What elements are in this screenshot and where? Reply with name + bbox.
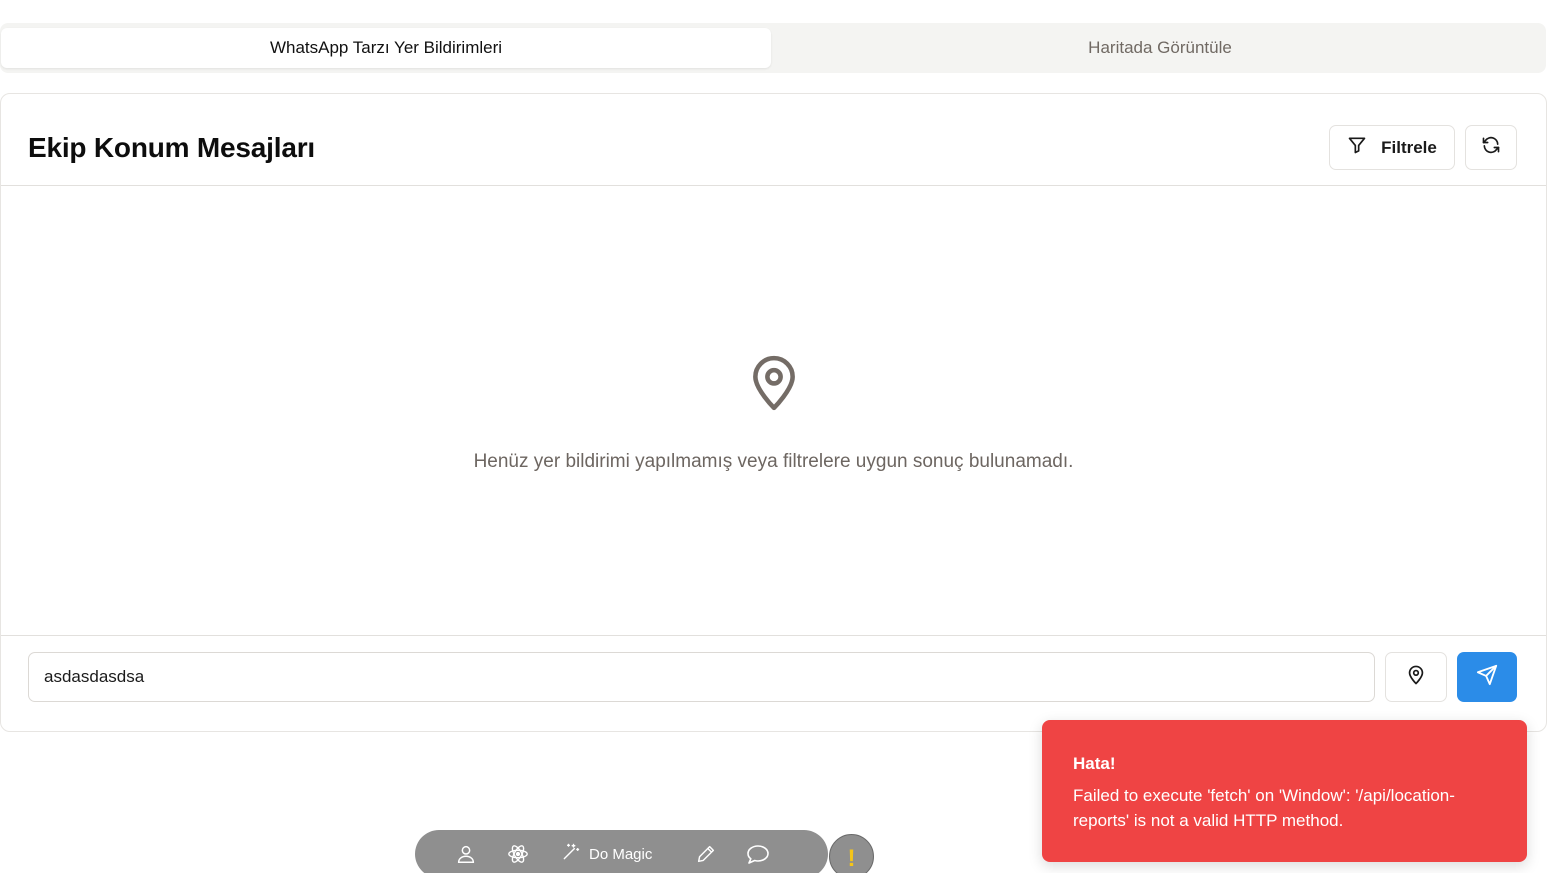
floating-toolbar: Do Magic [415,830,828,873]
refresh-button[interactable] [1465,125,1517,170]
filter-label: Filtrele [1381,137,1437,157]
messages-card: Ekip Konum Mesajları Filtrele Henüz yer … [0,93,1547,732]
view-tabs: WhatsApp Tarzı Yer Bildirimleri Haritada… [0,23,1546,73]
filter-button[interactable]: Filtrele [1329,125,1455,170]
page-title: Ekip Konum Mesajları [28,132,315,163]
do-magic-button[interactable]: Do Magic [561,842,652,867]
do-magic-label: Do Magic [589,845,653,863]
empty-state-text: Henüz yer bildirimi yapılmamış veya filt… [473,451,1074,472]
pencil-icon[interactable] [695,843,717,865]
error-toast: Hata! Failed to execute 'fetch' on 'Wind… [1042,720,1527,862]
send-button[interactable] [1457,652,1517,702]
magic-wand-icon [561,842,581,867]
send-icon [1476,664,1498,691]
card-header: Ekip Konum Mesajları Filtrele [1,94,1546,186]
user-icon[interactable] [455,843,477,865]
message-input[interactable] [28,652,1375,702]
chat-icon[interactable] [746,843,770,865]
empty-state: Henüz yer bildirimi yapılmamış veya filt… [1,354,1546,473]
map-pin-icon [749,354,799,417]
warning-icon: ! [847,845,856,872]
atom-icon[interactable] [507,843,529,865]
toast-message: Failed to execute 'fetch' on 'Window': '… [1073,786,1455,830]
map-pin-icon [1407,665,1425,690]
message-composer [1,635,1546,732]
toast-title: Hata! [1073,754,1116,773]
filter-icon [1347,135,1367,160]
share-location-button[interactable] [1385,652,1447,702]
tab-map-view[interactable]: Haritada Görüntüle [775,28,1545,68]
refresh-icon [1481,135,1501,160]
warning-button[interactable]: ! [829,834,874,873]
tab-whatsapp-reports[interactable]: WhatsApp Tarzı Yer Bildirimleri [1,28,771,68]
